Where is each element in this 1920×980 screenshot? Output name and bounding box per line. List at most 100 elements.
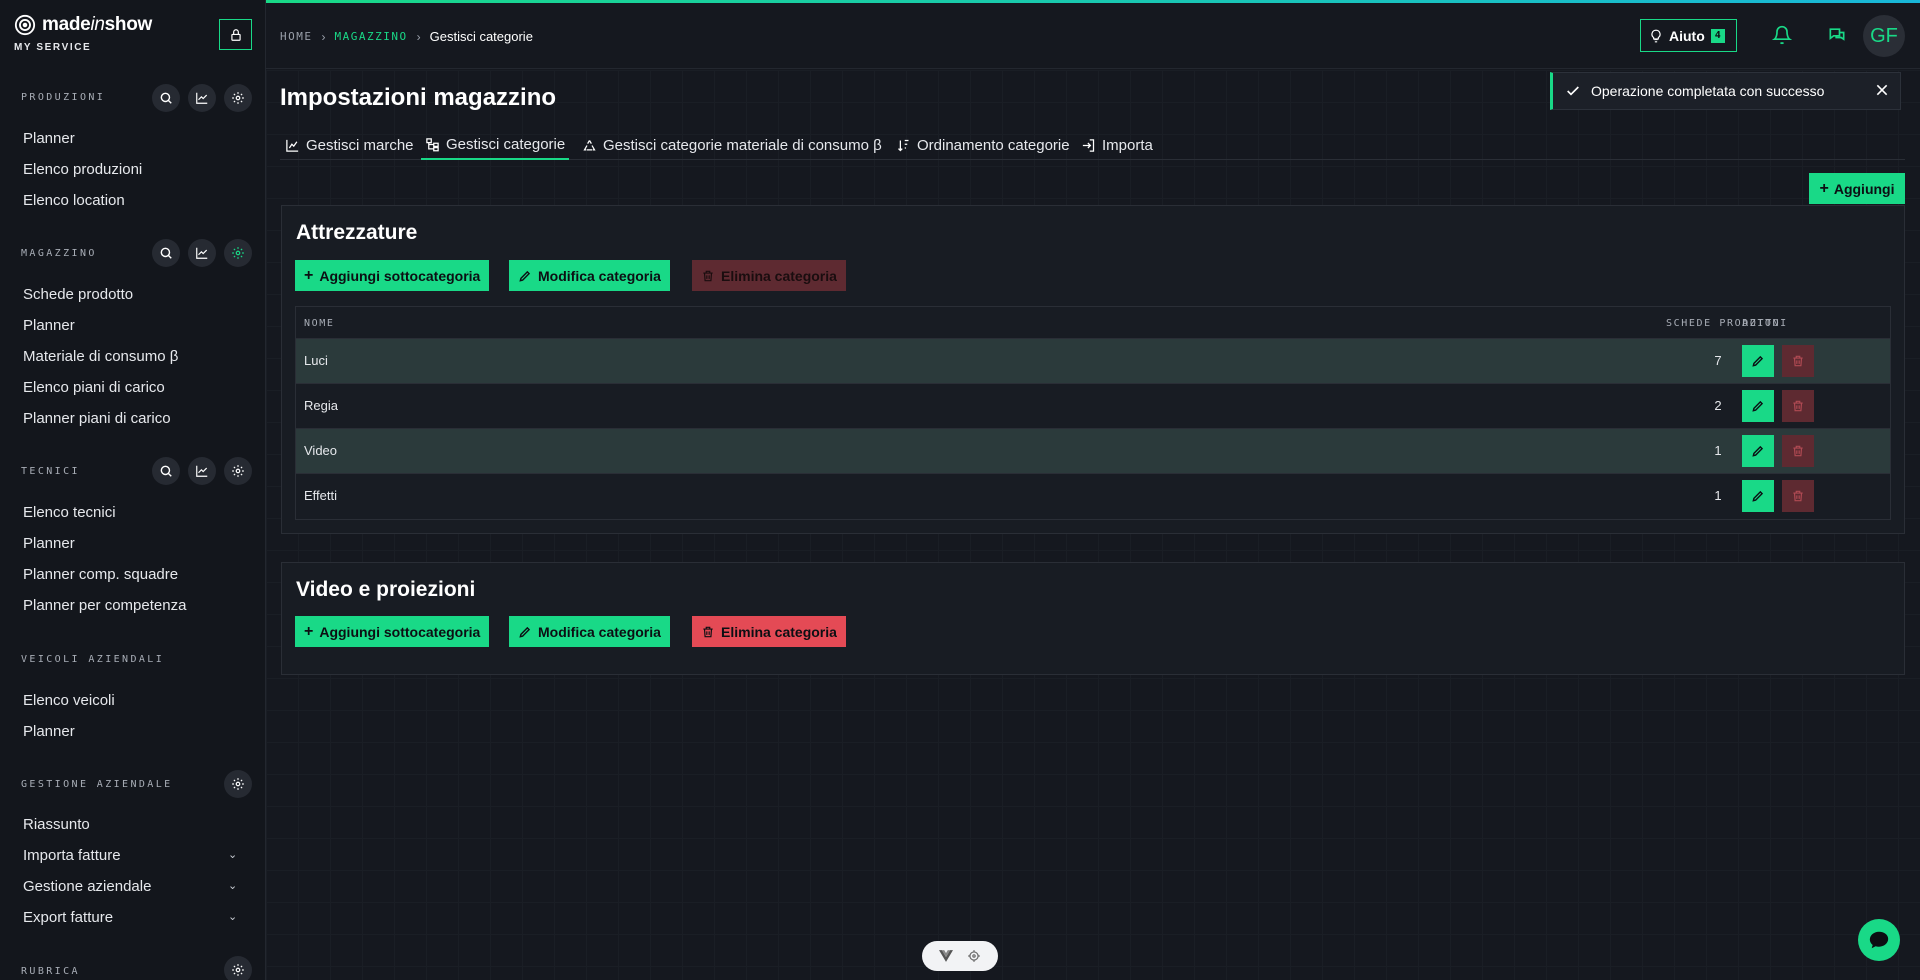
category-title: Attrezzature <box>296 221 418 244</box>
chevron-down-icon[interactable]: ⌄ <box>228 848 237 861</box>
trash-icon <box>1793 400 1803 412</box>
produzioni-stats-button[interactable] <box>188 84 216 112</box>
pencil-icon <box>519 626 531 638</box>
edit-category-button[interactable]: Modifica categoria <box>509 260 670 291</box>
gestione-settings-button[interactable] <box>224 770 252 798</box>
edit-category-button[interactable]: Modifica categoria <box>509 616 670 647</box>
help-count-badge: 4 <box>1710 28 1725 43</box>
sidebar-item-materiale-consumo[interactable]: Materiale di consumo β <box>23 348 178 365</box>
table-row[interactable]: Effetti 1 <box>296 474 1890 519</box>
sidebar-item-elenco-tecnici[interactable]: Elenco tecnici <box>23 504 116 521</box>
bell-icon[interactable] <box>1772 25 1792 45</box>
sidebar-item-importa-fatture[interactable]: Importa fatture <box>23 847 121 864</box>
produzioni-search-button[interactable] <box>152 84 180 112</box>
chat-support-button[interactable] <box>1858 919 1900 961</box>
tab-categorie-materiale-consumo[interactable]: Gestisci categorie materiale di consumo … <box>582 130 882 160</box>
brand-subtitle: MY SERVICE <box>14 42 92 53</box>
lightbulb-icon <box>1651 29 1661 42</box>
devtools-pill[interactable] <box>922 941 998 971</box>
tab-label: Importa <box>1102 136 1153 154</box>
toast-message: Operazione completata con successo <box>1591 83 1825 99</box>
plus-icon: + <box>304 266 314 284</box>
tecnici-stats-button[interactable] <box>188 457 216 485</box>
sidebar-item-planner-produzioni[interactable]: Planner <box>23 130 75 147</box>
section-title-produzioni: PRODUZIONI <box>21 92 106 103</box>
sidebar-item-piani-carico[interactable]: Elenco piani di carico <box>23 379 165 396</box>
column-header-nome[interactable]: NOME <box>304 318 334 329</box>
sidebar-item-elenco-veicoli[interactable]: Elenco veicoli <box>23 692 115 709</box>
add-label: Aggiungi <box>1833 180 1895 197</box>
brand-name: madeinshow <box>42 14 152 35</box>
sidebar-item-planner-magazzino[interactable]: Planner <box>23 317 75 334</box>
row-count: 7 <box>1714 353 1722 368</box>
section-title-rubrica: RUBRICA <box>21 966 80 977</box>
lock-sidebar-button[interactable] <box>219 19 252 50</box>
add-subcategory-button[interactable]: + Aggiungi sottocategoria <box>295 260 490 291</box>
magazzino-settings-button[interactable] <box>224 239 252 267</box>
breadcrumb-home[interactable]: HOME <box>280 30 313 43</box>
sidebar-item-riassunto[interactable]: Riassunto <box>23 816 90 833</box>
topbar: HOME › MAGAZZINO › Gestisci categorie Ai… <box>266 3 1920 69</box>
sidebar-item-elenco-produzioni[interactable]: Elenco produzioni <box>23 161 142 178</box>
search-icon <box>160 92 172 104</box>
row-edit-button[interactable] <box>1742 480 1774 512</box>
row-delete-button[interactable] <box>1782 480 1814 512</box>
section-title-gestione-aziendale: GESTIONE AZIENDALE <box>21 779 173 790</box>
chevron-down-icon[interactable]: ⌄ <box>228 910 237 923</box>
target-icon <box>968 950 980 962</box>
close-icon[interactable] <box>1874 82 1890 98</box>
chat-icon[interactable] <box>1826 25 1848 45</box>
sidebar-item-planner-tecnici[interactable]: Planner <box>23 535 75 552</box>
row-edit-button[interactable] <box>1742 435 1774 467</box>
table-row[interactable]: Video 1 <box>296 429 1890 474</box>
rubrica-settings-button[interactable] <box>224 956 252 980</box>
delete-category-button[interactable]: Elimina categoria <box>692 616 846 647</box>
tab-label: Ordinamento categorie <box>917 136 1070 154</box>
chevron-down-icon[interactable]: ⌄ <box>228 879 237 892</box>
avatar[interactable]: GF <box>1863 15 1905 57</box>
tecnici-search-button[interactable] <box>152 457 180 485</box>
category-title: Video e proiezioni <box>296 578 476 601</box>
trash-icon <box>1793 355 1803 367</box>
tab-importa[interactable]: Importa <box>1081 130 1153 160</box>
add-subcategory-button[interactable]: + Aggiungi sottocategoria <box>295 616 490 647</box>
brand-logo[interactable]: madeinshow MY SERVICE <box>14 14 152 53</box>
sidebar-item-planner-veicoli[interactable]: Planner <box>23 723 75 740</box>
table-row[interactable]: Regia 2 <box>296 384 1890 429</box>
magazzino-stats-button[interactable] <box>188 239 216 267</box>
magazzino-search-button[interactable] <box>152 239 180 267</box>
sidebar-item-gestione-aziendale[interactable]: Gestione aziendale <box>23 878 151 895</box>
trend-icon <box>196 465 208 477</box>
tecnici-actions <box>152 457 252 485</box>
row-edit-button[interactable] <box>1742 390 1774 422</box>
breadcrumb-magazzino[interactable]: MAGAZZINO <box>335 30 408 43</box>
row-delete-button[interactable] <box>1782 435 1814 467</box>
sidebar-item-planner-competenza[interactable]: Planner per competenza <box>23 597 186 614</box>
produzioni-settings-button[interactable] <box>224 84 252 112</box>
sidebar-item-export-fatture[interactable]: Export fatture <box>23 909 113 926</box>
row-edit-button[interactable] <box>1742 345 1774 377</box>
tab-gestisci-marche[interactable]: Gestisci marche <box>285 130 414 160</box>
table-row[interactable]: Luci 7 <box>296 339 1890 384</box>
add-category-button[interactable]: + Aggiungi <box>1809 173 1905 204</box>
button-label: Aggiungi sottocategoria <box>319 623 481 640</box>
tab-ordinamento-categorie[interactable]: Ordinamento categorie <box>896 130 1070 160</box>
tab-gestisci-categorie[interactable]: Gestisci categorie <box>421 130 570 160</box>
tecnici-settings-button[interactable] <box>224 457 252 485</box>
sidebar-item-schede-prodotto[interactable]: Schede prodotto <box>23 286 133 303</box>
help-button[interactable]: Aiuto 4 <box>1640 19 1737 52</box>
sidebar-item-elenco-location[interactable]: Elenco location <box>23 192 125 209</box>
row-delete-button[interactable] <box>1782 345 1814 377</box>
vue-logo-icon <box>939 950 953 962</box>
import-icon <box>1082 138 1095 152</box>
sidebar-item-planner-piani-carico[interactable]: Planner piani di carico <box>23 410 171 427</box>
row-count: 1 <box>1714 443 1722 458</box>
chat-bubble-icon <box>1869 931 1889 949</box>
plus-icon: + <box>1819 179 1829 197</box>
chevron-right-icon: › <box>416 29 421 44</box>
sidebar-item-planner-comp-squadre[interactable]: Planner comp. squadre <box>23 566 178 583</box>
gear-icon <box>232 964 244 976</box>
page-title: Impostazioni magazzino <box>280 84 557 111</box>
row-delete-button[interactable] <box>1782 390 1814 422</box>
tab-label: Gestisci marche <box>306 136 414 154</box>
